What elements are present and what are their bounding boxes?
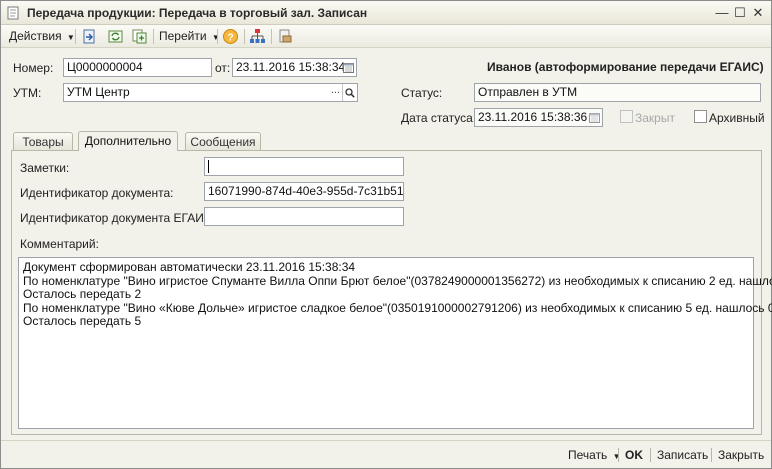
utm-value: УТМ Центр bbox=[67, 85, 130, 99]
comment-textarea[interactable]: Документ сформирован автоматически 23.11… bbox=[18, 257, 772, 429]
ok-button[interactable]: OK bbox=[625, 448, 643, 462]
print-label: Печать bbox=[568, 448, 608, 462]
calendar-icon[interactable] bbox=[341, 59, 356, 76]
closed-checkbox[interactable] bbox=[620, 110, 633, 123]
toolbar-divider bbox=[244, 29, 245, 44]
document-app-icon bbox=[7, 6, 19, 20]
closed-label: Закрыт bbox=[635, 111, 675, 125]
comment-line: По номенклатуре "Вино игристое Спуманте … bbox=[23, 273, 772, 288]
notes-label: Заметки: bbox=[20, 161, 70, 175]
status-date-field[interactable]: 23.11.2016 15:38:36 bbox=[474, 108, 603, 127]
date-field[interactable]: 23.11.2016 15:38:34 bbox=[232, 58, 357, 77]
refresh-doc-icon[interactable] bbox=[107, 28, 124, 45]
footer-divider bbox=[711, 448, 712, 462]
actions-menu[interactable]: Действия ▼ bbox=[9, 28, 75, 45]
date-value: 23.11.2016 15:38:34 bbox=[236, 60, 346, 74]
status-date-value: 23.11.2016 15:38:36 bbox=[478, 110, 588, 124]
archive-label: Архивный bbox=[709, 111, 765, 125]
tab-messages[interactable]: Сообщения bbox=[185, 132, 261, 151]
save-button[interactable]: Записать bbox=[657, 448, 708, 462]
svg-text:?: ? bbox=[227, 33, 233, 44]
egais-id-label: Идентификатор документа ЕГАИС: bbox=[20, 211, 216, 225]
help-icon[interactable]: ? bbox=[222, 28, 239, 45]
maximize-button[interactable]: ☐ bbox=[731, 4, 749, 22]
number-label: Номер: bbox=[13, 61, 54, 75]
print-doc-icon[interactable] bbox=[277, 28, 294, 45]
footer-divider bbox=[650, 448, 651, 462]
window-title: Передача продукции: Передача в торговый … bbox=[27, 6, 368, 20]
footer-divider bbox=[618, 448, 619, 462]
doc-id-label: Идентификатор документа: bbox=[20, 186, 174, 200]
toolbar: Действия ▼ Перейти ▼ ? bbox=[1, 25, 771, 48]
utm-label: УТМ: bbox=[13, 86, 42, 100]
comment-line: По номенклатуре "Вино «Кюве Дольче» игри… bbox=[23, 300, 772, 315]
goto-menu[interactable]: Перейти ▼ bbox=[159, 28, 220, 45]
minimize-button[interactable]: — bbox=[713, 4, 731, 22]
tab-goods[interactable]: Товары bbox=[13, 132, 73, 151]
actions-menu-label: Действия bbox=[9, 29, 62, 43]
comment-line: Осталось передать 5 bbox=[23, 314, 142, 328]
author-title: Иванов (автоформирование передачи ЕГАИС) bbox=[487, 60, 764, 74]
document-window: Передача продукции: Передача в торговый … bbox=[0, 0, 772, 469]
copy-doc-icon[interactable] bbox=[131, 28, 148, 45]
toolbar-divider bbox=[217, 29, 218, 44]
utm-field[interactable]: УТМ Центр ... bbox=[63, 83, 358, 102]
chevron-down-icon: ▼ bbox=[612, 452, 621, 461]
number-field[interactable]: Ц0000000004 bbox=[63, 58, 212, 77]
print-menu-button[interactable]: Печать ▼ bbox=[568, 448, 621, 462]
notes-field[interactable] bbox=[204, 157, 404, 176]
close-window-button[interactable]: ✕ bbox=[749, 4, 767, 22]
doc-id-field[interactable]: 16071990-874d-40e3-955d-7c31b512f4e bbox=[204, 182, 404, 201]
close-button[interactable]: Закрыть bbox=[718, 448, 764, 462]
search-icon[interactable] bbox=[342, 84, 357, 101]
status-field[interactable]: Отправлен в УТМ bbox=[474, 83, 761, 102]
comment-line: Осталось передать 2 bbox=[23, 287, 142, 301]
structure-icon[interactable] bbox=[249, 28, 266, 45]
toolbar-divider bbox=[271, 29, 272, 44]
utm-select-button[interactable]: ... bbox=[331, 84, 340, 99]
toolbar-divider bbox=[153, 29, 154, 44]
bottom-bar: Печать ▼ OK Записать Закрыть bbox=[1, 440, 771, 468]
chevron-down-icon: ▼ bbox=[211, 33, 220, 42]
chevron-down-icon: ▼ bbox=[66, 33, 75, 42]
calendar-icon[interactable] bbox=[587, 109, 602, 126]
toolbar-divider bbox=[75, 29, 76, 44]
comment-label: Комментарий: bbox=[20, 237, 99, 251]
text-cursor bbox=[208, 159, 209, 173]
tab-additional[interactable]: Дополнительно bbox=[78, 131, 178, 151]
egais-id-field[interactable] bbox=[204, 207, 404, 226]
archive-checkbox[interactable] bbox=[694, 110, 707, 123]
status-label: Статус: bbox=[401, 86, 443, 100]
comment-line: Документ сформирован автоматически 23.11… bbox=[23, 260, 356, 274]
goto-menu-label: Перейти bbox=[159, 29, 207, 43]
title-bar: Передача продукции: Передача в торговый … bbox=[1, 1, 771, 25]
doc-arrow-icon[interactable] bbox=[81, 28, 98, 45]
date-label: от: bbox=[215, 61, 231, 75]
status-date-label: Дата статуса: bbox=[401, 111, 477, 125]
